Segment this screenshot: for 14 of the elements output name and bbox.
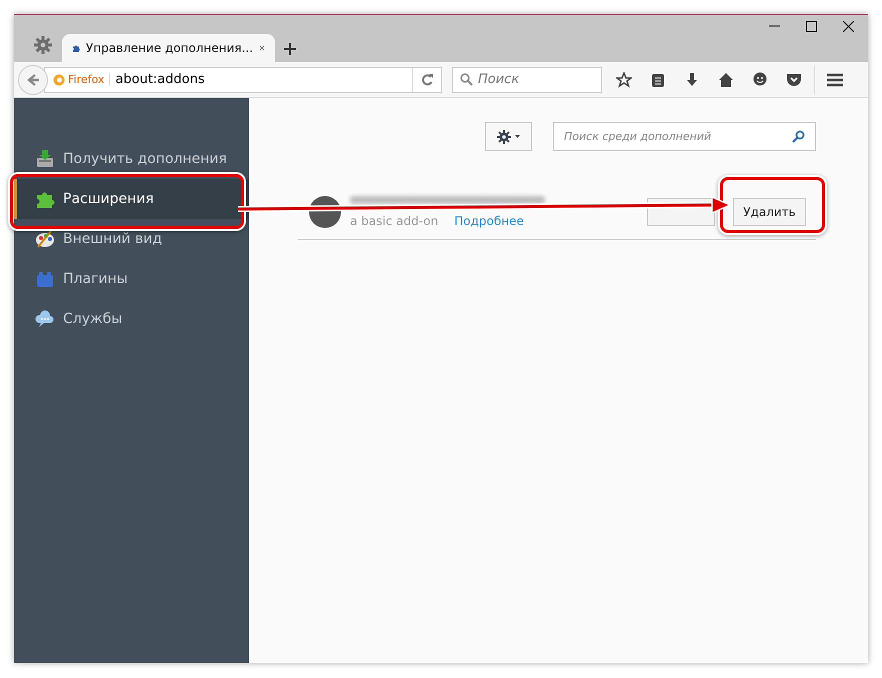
addons-search-field[interactable]: Поиск среди дополнений — [553, 122, 816, 151]
addon-description: a basic add-on — [350, 214, 438, 228]
browser-tab[interactable]: Управление дополнения... — [62, 34, 275, 62]
sidebar-item[interactable]: Службы — [14, 299, 249, 339]
remove-button[interactable]: Удалить — [733, 198, 806, 226]
sidebar-item[interactable]: Расширения — [14, 179, 249, 219]
sidebar-item[interactable]: Плагины — [14, 259, 249, 299]
more-link[interactable]: Подробнее — [454, 214, 524, 228]
search-field[interactable]: Поиск — [452, 66, 602, 92]
site-identity[interactable]: Firefox — [53, 73, 110, 86]
sidebar-item[interactable]: Внешний вид — [14, 219, 249, 259]
sidebar-item[interactable]: Получить дополнения — [14, 139, 249, 179]
tab-title: Управление дополнения... — [86, 41, 254, 55]
address-bar[interactable]: Firefox about:addons — [44, 66, 442, 92]
